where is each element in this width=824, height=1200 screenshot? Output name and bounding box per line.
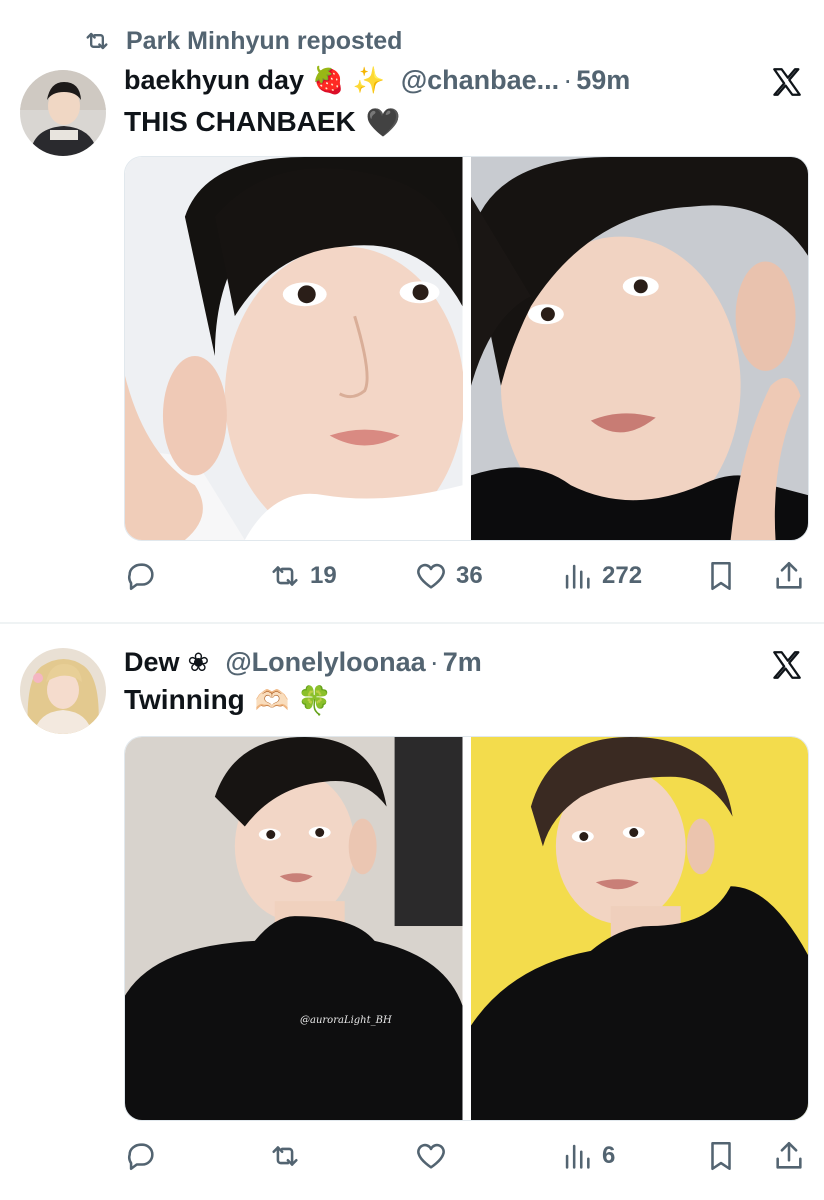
repost-button[interactable]: 19 <box>268 556 337 596</box>
like-count: 36 <box>456 562 483 589</box>
heart-hands-clover-emoji: 🫶🏻 🍀 <box>254 684 333 716</box>
black-heart-emoji: 🖤 <box>365 106 401 138</box>
tweet-header: baekhyun day 🍓 ✨ @chanbae... · 59m <box>124 62 630 98</box>
repost-icon <box>272 1146 298 1166</box>
sparkles-emoji: ✨ <box>352 64 385 95</box>
bookmark-icon <box>711 561 731 591</box>
view-count: 6 <box>602 1142 616 1169</box>
views-icon <box>565 564 590 589</box>
like-button[interactable]: 36 <box>414 556 483 596</box>
reply-icon <box>128 1143 154 1171</box>
action-bar: 19 36 272 <box>124 556 814 596</box>
repost-icon <box>86 32 108 50</box>
heart-icon <box>417 1143 445 1169</box>
bookmark-button[interactable] <box>704 556 738 596</box>
strawberry-emoji: 🍓 <box>312 64 345 95</box>
photo-right[interactable] <box>470 737 808 1120</box>
reply-button[interactable] <box>124 1136 166 1176</box>
tweet-text-body: THIS CHANBAEK <box>124 106 356 137</box>
photo-right[interactable] <box>470 157 808 540</box>
timestamp[interactable]: 7m <box>443 647 482 678</box>
reply-button[interactable] <box>124 556 166 596</box>
views-button[interactable]: 6 <box>560 1136 615 1176</box>
repost-icon <box>272 566 298 586</box>
repost-count: 19 <box>310 562 337 589</box>
repost-button[interactable] <box>268 1136 310 1176</box>
tweet-header: Dew ❀ @Lonelyloonaa · 7m <box>124 644 482 680</box>
photo-left[interactable] <box>125 157 463 540</box>
flower-emoji: ❀ <box>187 646 210 677</box>
x-logo-icon[interactable] <box>770 648 804 682</box>
tweet-media[interactable] <box>124 156 809 541</box>
reply-icon <box>128 563 154 591</box>
bookmark-icon <box>711 1141 731 1171</box>
tweet[interactable]: Dew ❀ @Lonelyloonaa · 7m Twinning 🫶🏻 🍀 @… <box>0 624 824 1200</box>
x-logo-icon[interactable] <box>770 65 804 99</box>
share-icon <box>776 561 802 589</box>
handle[interactable]: @chanbae... <box>401 65 559 96</box>
like-button[interactable] <box>414 1136 456 1176</box>
timestamp[interactable]: 59m <box>576 65 630 96</box>
view-count: 272 <box>602 562 643 589</box>
display-name[interactable]: baekhyun day <box>124 65 304 96</box>
separator-dot: · <box>563 64 573 95</box>
share-button[interactable] <box>772 1136 806 1176</box>
tweet-text: Twinning 🫶🏻 🍀 <box>124 682 332 718</box>
views-icon <box>565 1144 590 1169</box>
views-button[interactable]: 272 <box>560 556 642 596</box>
share-icon <box>776 1141 802 1169</box>
bookmark-button[interactable] <box>704 1136 738 1176</box>
photo-left[interactable]: @auroraLight_BH <box>125 737 463 1120</box>
separator-dot: · <box>429 646 439 677</box>
heart-icon <box>417 563 445 589</box>
handle[interactable]: @Lonelyloonaa <box>225 647 425 678</box>
tweet[interactable]: Park Minhyun reposted baekhyun day 🍓 ✨ @… <box>0 0 824 622</box>
repost-label: Park Minhyun reposted <box>126 26 403 55</box>
avatar[interactable] <box>20 648 106 734</box>
action-bar: 6 <box>124 1136 814 1176</box>
share-button[interactable] <box>772 556 806 596</box>
photo-watermark: @auroraLight_BH <box>300 1015 392 1026</box>
avatar[interactable] <box>20 70 106 156</box>
display-name[interactable]: Dew <box>124 647 180 678</box>
tweet-text-body: Twinning <box>124 684 245 715</box>
tweet-media[interactable]: @auroraLight_BH <box>124 736 809 1121</box>
tweet-text: THIS CHANBAEK 🖤 <box>124 104 401 140</box>
repost-indicator[interactable]: Park Minhyun reposted <box>82 26 402 56</box>
